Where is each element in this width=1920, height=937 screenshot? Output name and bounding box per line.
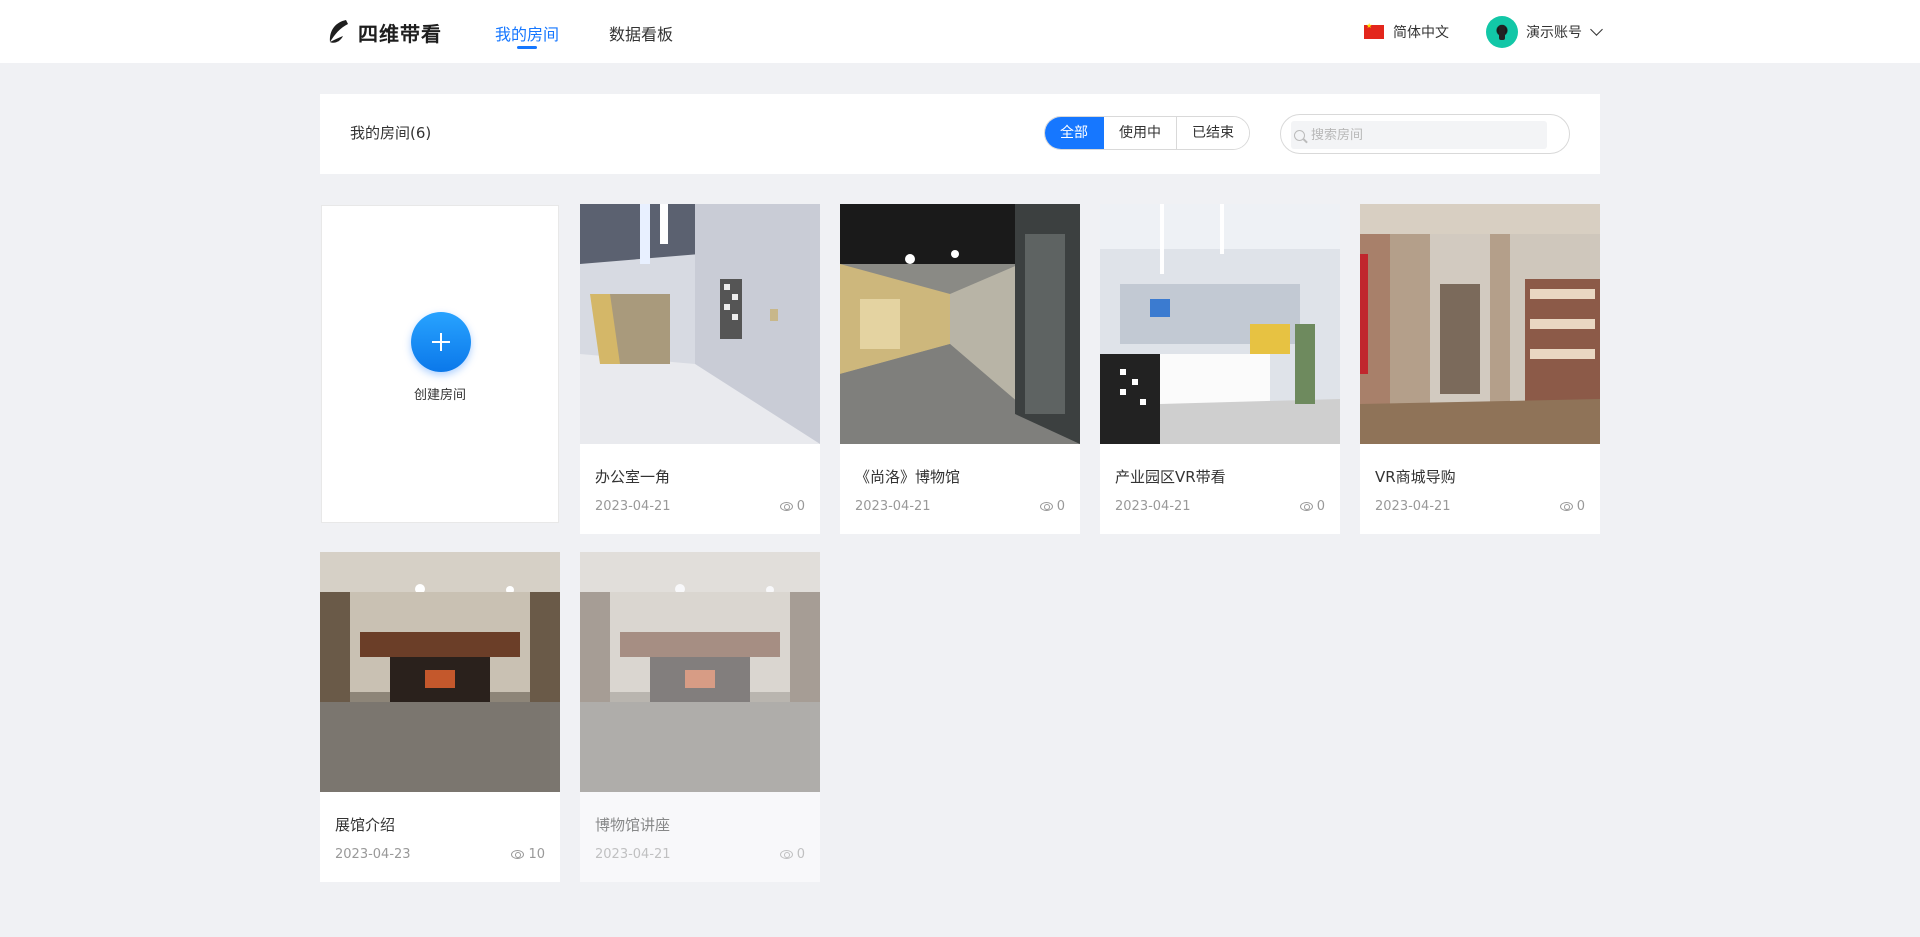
room-views: 10 xyxy=(511,847,545,862)
filter-in-use-button[interactable]: 使用中 xyxy=(1104,117,1177,149)
room-view-count: 0 xyxy=(1576,499,1585,514)
room-title: 展馆介绍 xyxy=(335,816,396,834)
china-flag-icon xyxy=(1364,22,1384,39)
room-thumbnail xyxy=(580,552,820,792)
filter-all-button[interactable]: 全部 xyxy=(1045,117,1104,149)
logo-text: 四维带看 xyxy=(358,21,442,46)
room-title: 博物馆讲座 xyxy=(595,816,671,834)
room-view-count: 10 xyxy=(528,847,545,862)
room-views: 0 xyxy=(1299,499,1325,514)
tab-data-dashboard[interactable]: 数据看板 xyxy=(609,21,673,45)
room-card[interactable]: 办公室一角 2023-04-21 0 xyxy=(580,204,820,534)
search-field-wrapper xyxy=(1291,121,1547,149)
room-view-count: 0 xyxy=(796,499,805,514)
room-views: 0 xyxy=(779,847,805,862)
room-views: 0 xyxy=(1559,499,1585,514)
logo-icon xyxy=(329,20,348,43)
top-bar: 四维带看 我的房间 数据看板 简体中文 演示账号 xyxy=(0,0,1920,63)
room-thumbnail xyxy=(580,204,820,444)
eye-icon xyxy=(779,502,793,511)
room-thumbnail xyxy=(840,204,1080,444)
room-title: 《尚洛》博物馆 xyxy=(855,468,961,486)
room-card[interactable]: 《尚洛》博物馆 2023-04-21 0 xyxy=(840,204,1080,534)
status-filter-group: 全部 使用中 已结束 xyxy=(1044,116,1250,150)
room-title: 办公室一角 xyxy=(595,468,671,486)
eye-icon xyxy=(511,850,525,859)
room-thumbnail xyxy=(1360,204,1600,444)
tab-data-dashboard-label: 数据看板 xyxy=(609,25,674,44)
room-view-count: 0 xyxy=(1056,499,1065,514)
language-switcher[interactable]: 简体中文 xyxy=(1364,22,1449,42)
tab-my-rooms[interactable]: 我的房间 xyxy=(495,21,560,49)
eye-icon xyxy=(1299,502,1313,511)
room-date: 2023-04-21 xyxy=(1115,499,1191,514)
create-room-label: 创建房间 xyxy=(413,388,466,403)
room-card[interactable]: VR商城导购 2023-04-21 0 xyxy=(1360,204,1600,534)
room-views: 0 xyxy=(779,499,805,514)
language-label: 简体中文 xyxy=(1393,25,1449,41)
filter-ended-button[interactable]: 已结束 xyxy=(1177,117,1249,149)
avatar xyxy=(1486,16,1518,48)
tab-my-rooms-label: 我的房间 xyxy=(495,25,560,44)
room-date: 2023-04-21 xyxy=(595,847,671,862)
room-thumbnail xyxy=(1100,204,1340,444)
create-room-card[interactable]: 创建房间 xyxy=(321,205,559,523)
search-input[interactable] xyxy=(1311,127,1531,143)
room-view-count: 0 xyxy=(1316,499,1325,514)
room-date: 2023-04-23 xyxy=(335,847,411,862)
room-date: 2023-04-21 xyxy=(855,499,931,514)
room-date: 2023-04-21 xyxy=(595,499,671,514)
rooms-header-panel: 我的房间(6) 全部 使用中 已结束 xyxy=(320,94,1600,174)
active-tab-indicator xyxy=(517,46,537,49)
eye-icon xyxy=(1039,502,1053,511)
room-views: 0 xyxy=(1039,499,1065,514)
room-card[interactable]: 展馆介绍 2023-04-23 10 xyxy=(320,552,560,882)
eye-icon xyxy=(779,850,793,859)
search-box xyxy=(1280,114,1570,154)
room-date: 2023-04-21 xyxy=(1375,499,1451,514)
page-title: 我的房间(6) xyxy=(350,124,432,142)
room-thumbnail xyxy=(320,552,560,792)
eye-icon xyxy=(1559,502,1573,511)
room-view-count: 0 xyxy=(796,847,805,862)
search-icon xyxy=(1294,129,1305,141)
chevron-down-icon xyxy=(1590,23,1603,36)
logo[interactable]: 四维带看 xyxy=(326,17,442,47)
account-menu[interactable]: 演示账号 xyxy=(1486,15,1603,49)
account-name: 演示账号 xyxy=(1526,25,1582,41)
room-title: 产业园区VR带看 xyxy=(1115,468,1226,486)
room-card[interactable]: 博物馆讲座 2023-04-21 0 xyxy=(580,552,820,882)
room-card[interactable]: 产业园区VR带看 2023-04-21 0 xyxy=(1100,204,1340,534)
room-title: VR商城导购 xyxy=(1375,468,1456,486)
plus-icon[interactable] xyxy=(411,312,471,372)
